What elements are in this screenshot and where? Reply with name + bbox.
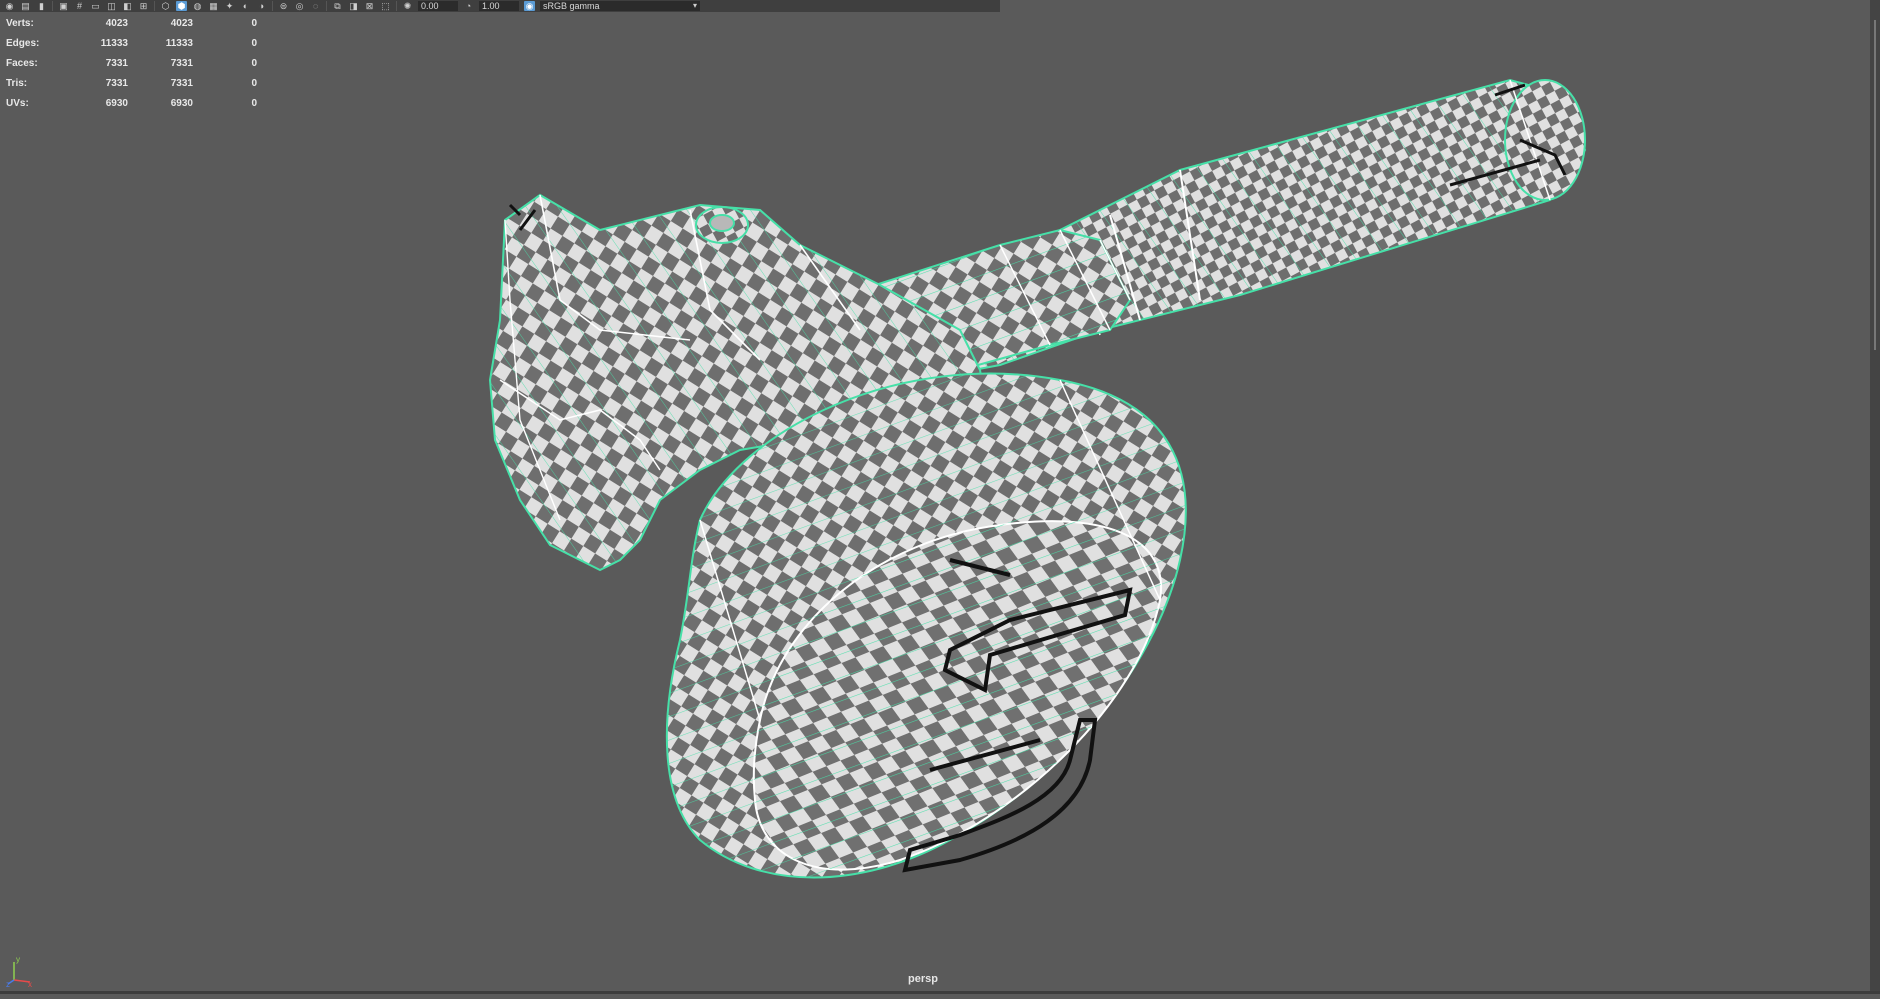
film-icon[interactable]: ▤ bbox=[20, 1, 31, 11]
right-panel-edge[interactable] bbox=[1870, 0, 1880, 994]
default-material-icon[interactable]: ◍ bbox=[192, 1, 203, 11]
shadows-icon[interactable]: ◐ bbox=[240, 1, 251, 11]
axis-gizmo: y x z bbox=[6, 954, 36, 993]
axis-z-label: z bbox=[6, 980, 10, 988]
toolbar-divider bbox=[272, 1, 273, 11]
gamma-icon[interactable]: ◔ bbox=[463, 1, 474, 11]
color-management-icon[interactable]: ◉ bbox=[524, 1, 535, 11]
exposure-field[interactable]: 0.00 bbox=[418, 1, 458, 11]
color-space-dropdown[interactable]: sRGB gamma ▾ bbox=[540, 1, 700, 11]
toolbar-divider bbox=[396, 1, 397, 11]
3d-viewport[interactable] bbox=[0, 12, 1870, 994]
smooth-shade-icon[interactable]: ⬢ bbox=[176, 1, 187, 11]
motion-blur-icon[interactable]: ⊜ bbox=[278, 1, 289, 11]
axis-y-label: y bbox=[16, 955, 20, 964]
field-chart-icon[interactable]: ⊞ bbox=[138, 1, 149, 11]
anti-alias-icon[interactable]: ◎ bbox=[294, 1, 305, 11]
ambient-occlusion-icon[interactable]: ◑ bbox=[256, 1, 267, 11]
wireframe-icon[interactable]: ⬡ bbox=[160, 1, 171, 11]
axis-x-label: x bbox=[28, 980, 32, 988]
gamma-field[interactable]: 1.00 bbox=[479, 1, 519, 11]
resolution-gate-icon[interactable]: ◫ bbox=[106, 1, 117, 11]
textured-icon[interactable]: ▦ bbox=[208, 1, 219, 11]
depth-of-field-icon[interactable]: ◌ bbox=[310, 1, 321, 11]
toolbar-divider bbox=[154, 1, 155, 11]
hammer-model[interactable] bbox=[0, 12, 1870, 994]
isolate-select-icon[interactable]: ⧉ bbox=[332, 1, 343, 11]
toolbar-divider bbox=[52, 1, 53, 11]
toolbar-divider bbox=[326, 1, 327, 11]
camera-name-label: persp bbox=[908, 973, 938, 985]
xray-joints-icon[interactable]: ⊠ bbox=[364, 1, 375, 11]
image-plane-icon[interactable]: ▣ bbox=[58, 1, 69, 11]
bookmark-icon[interactable]: ▮ bbox=[36, 1, 47, 11]
chevron-down-icon: ▾ bbox=[692, 1, 697, 10]
panel-divider bbox=[1874, 20, 1876, 350]
exposure-icon[interactable]: ✺ bbox=[402, 1, 413, 11]
camera-icon[interactable]: ◉ bbox=[4, 1, 15, 11]
backface-icon[interactable]: ⬚ bbox=[380, 1, 391, 11]
film-gate-icon[interactable]: ▭ bbox=[90, 1, 101, 11]
lights-icon[interactable]: ✦ bbox=[224, 1, 235, 11]
color-space-label: sRGB gamma bbox=[543, 1, 600, 11]
xray-icon[interactable]: ◨ bbox=[348, 1, 359, 11]
gate-mask-icon[interactable]: ◧ bbox=[122, 1, 133, 11]
grid-icon[interactable]: # bbox=[74, 1, 85, 11]
viewport-toolbar: ◉ ▤ ▮ ▣ # ▭ ◫ ◧ ⊞ ⬡ ⬢ ◍ ▦ ✦ ◐ ◑ ⊜ ◎ ◌ ⧉ … bbox=[0, 0, 1000, 12]
